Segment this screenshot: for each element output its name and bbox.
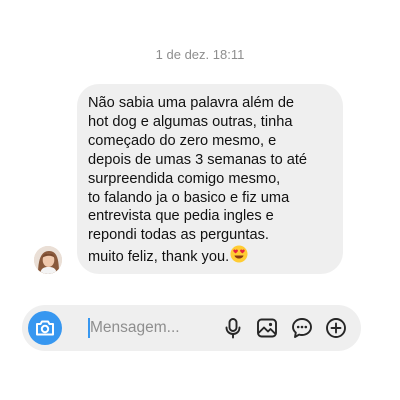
plus-icon <box>326 318 346 338</box>
message-line: Não sabia uma palavra além de <box>88 95 295 111</box>
message-line: entrevista que pedia ingles e <box>88 208 274 225</box>
avatar-photo <box>34 246 62 274</box>
gallery-button[interactable] <box>255 316 279 340</box>
heart-eyes-emoji <box>230 245 248 269</box>
message-line: surpreendida comigo mesmo, <box>88 170 281 187</box>
image-icon <box>257 318 277 338</box>
message-line: repondi todas as perguntas. <box>88 227 269 244</box>
message-line: depois de umas 3 semanas to até <box>88 151 308 168</box>
camera-button[interactable] <box>28 311 62 345</box>
message-timestamp: 1 de dez. 18:11 <box>155 47 245 62</box>
message-line: hot dog e algumas outras, tinha <box>88 113 293 130</box>
message-line: muito feliz, thank you. <box>88 249 230 266</box>
message-line-last: muito feliz, thank you. <box>88 245 333 269</box>
plus-button[interactable] <box>324 316 348 340</box>
message-bubble[interactable]: Não sabia uma palavra além de hot dog e … <box>77 84 343 274</box>
sticker-icon <box>292 318 312 338</box>
camera-icon <box>36 320 54 336</box>
message-line: começado do zero mesmo, e <box>88 132 277 149</box>
microphone-button[interactable] <box>221 316 245 340</box>
message-input[interactable]: Mensagem... <box>90 319 180 337</box>
message-line: to falando ja o basico e fiz uma <box>88 189 290 206</box>
message-composer[interactable]: Mensagem... <box>22 305 361 351</box>
sticker-button[interactable] <box>290 316 314 340</box>
microphone-icon <box>225 318 241 339</box>
avatar[interactable] <box>34 246 62 274</box>
